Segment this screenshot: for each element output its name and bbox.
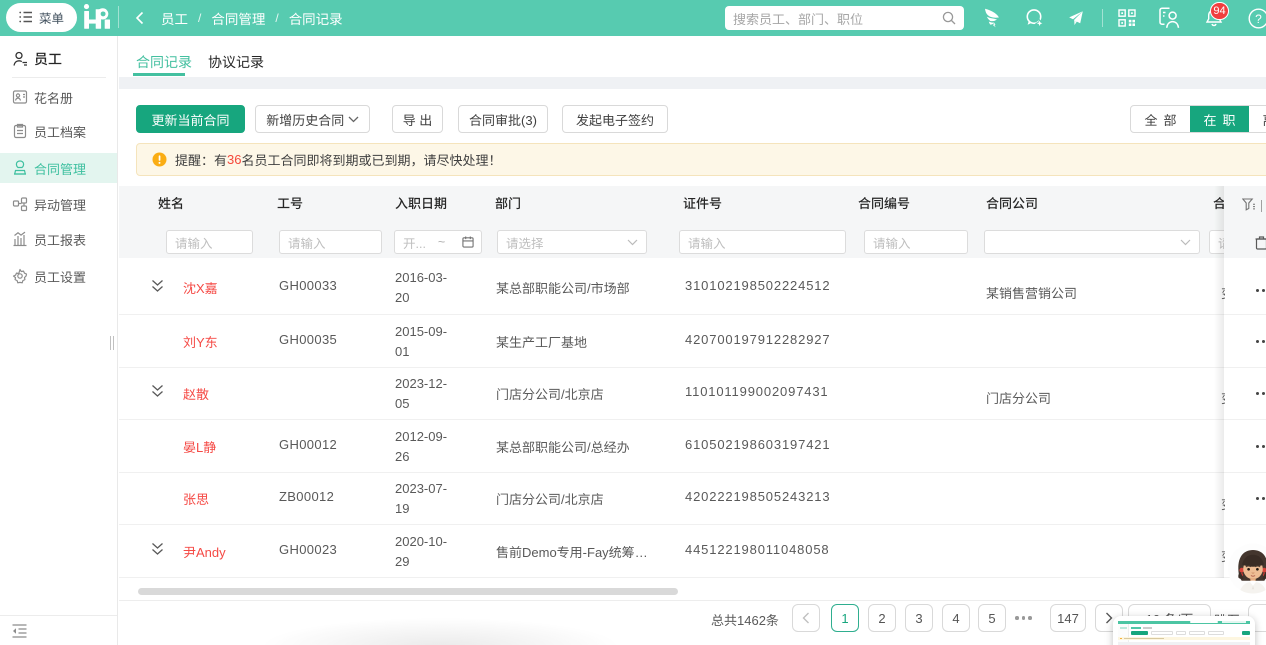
svg-text:?: ? [1255,12,1262,26]
